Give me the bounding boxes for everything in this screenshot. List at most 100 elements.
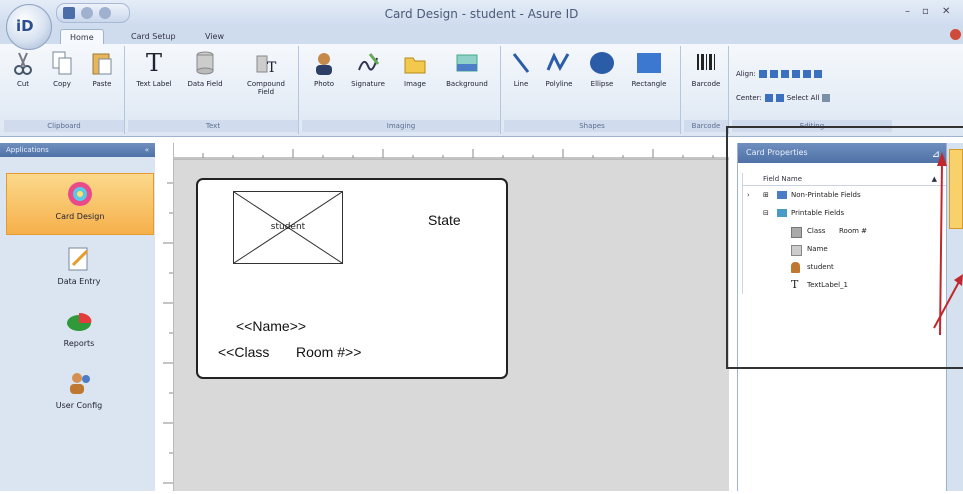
nav-item-reports[interactable]: Reports bbox=[6, 301, 152, 361]
rectangle-label: Rectangle bbox=[631, 80, 667, 88]
undo-icon[interactable] bbox=[81, 7, 93, 19]
select-all-button[interactable]: Select All bbox=[787, 94, 820, 102]
text-label-label: Text Label bbox=[136, 80, 172, 88]
card-class-field[interactable]: <<Class bbox=[218, 344, 269, 360]
barcode-group: Barcode Barcode bbox=[684, 46, 729, 134]
data-entry-icon bbox=[65, 245, 93, 273]
align-bottom-icon[interactable] bbox=[813, 70, 822, 78]
save-icon[interactable] bbox=[63, 7, 75, 19]
close-button[interactable]: ✕ bbox=[942, 6, 950, 17]
line-button[interactable]: Line bbox=[506, 50, 536, 88]
scissors-icon bbox=[13, 50, 33, 76]
help-icon[interactable] bbox=[950, 29, 961, 40]
polyline-label: Polyline bbox=[545, 80, 573, 88]
polyline-button[interactable]: Polyline bbox=[538, 50, 580, 88]
tab-card-setup[interactable]: Card Setup bbox=[122, 29, 185, 44]
imaging-group-label: Imaging bbox=[302, 120, 500, 132]
quick-access-toolbar bbox=[56, 3, 130, 23]
barcode-label: Barcode bbox=[691, 80, 721, 88]
background-button[interactable]: Background bbox=[438, 50, 496, 88]
shapes-group-label: Shapes bbox=[504, 120, 680, 132]
editing-group: Align: Center: Select All Editing bbox=[732, 46, 892, 134]
align-top-icon[interactable] bbox=[791, 70, 800, 78]
nav-item-data-entry[interactable]: Data Entry bbox=[6, 239, 152, 299]
copy-label: Copy bbox=[53, 80, 71, 88]
cut-button[interactable]: Cut bbox=[6, 50, 40, 88]
align-left-icon[interactable] bbox=[758, 70, 767, 78]
clipboard-group-label: Clipboard bbox=[4, 120, 124, 132]
paste-button[interactable]: Paste bbox=[84, 50, 120, 88]
image-button[interactable]: Image bbox=[396, 50, 434, 88]
image-label: Image bbox=[404, 80, 426, 88]
rectangle-button[interactable]: Rectangle bbox=[622, 50, 676, 88]
card-design-icon bbox=[66, 180, 94, 208]
vertical-ruler bbox=[155, 143, 174, 491]
card-room-field[interactable]: Room #>> bbox=[296, 344, 361, 360]
horizontal-ruler bbox=[173, 143, 729, 160]
applications-panel: Applications « Card Design Data Entry Rep… bbox=[0, 143, 156, 491]
align-row: Align: bbox=[736, 70, 822, 78]
ellipse-button[interactable]: Ellipse bbox=[584, 50, 620, 88]
reports-icon bbox=[65, 307, 93, 335]
ellipse-icon bbox=[589, 50, 615, 76]
line-icon bbox=[510, 50, 532, 76]
signature-label: Signature bbox=[351, 80, 385, 88]
app-logo: iD bbox=[16, 17, 34, 35]
align-center-icon[interactable] bbox=[769, 70, 778, 78]
paste-label: Paste bbox=[92, 80, 112, 88]
clipboard-group: Cut Copy Paste Clipboard bbox=[4, 46, 125, 134]
minimize-button[interactable]: – bbox=[905, 6, 910, 17]
photo-button[interactable]: Photo bbox=[304, 50, 344, 88]
applications-header-label: Applications bbox=[6, 146, 49, 154]
shapes-group: Line Polyline Ellipse Rectangle Shapes bbox=[504, 46, 681, 134]
data-field-button[interactable]: Data Field bbox=[180, 50, 230, 88]
folder-icon bbox=[403, 50, 427, 76]
center-label: Center: bbox=[736, 94, 762, 102]
redo-icon[interactable] bbox=[99, 7, 111, 19]
tab-view[interactable]: View bbox=[196, 29, 233, 44]
background-icon bbox=[455, 50, 479, 76]
tab-home[interactable]: Home bbox=[60, 29, 104, 45]
center-vertical-icon[interactable] bbox=[775, 94, 784, 102]
application-menu-button[interactable]: iD bbox=[6, 4, 52, 50]
barcode-group-label: Barcode bbox=[684, 120, 728, 132]
ellipse-label: Ellipse bbox=[590, 80, 614, 88]
rectangle-icon bbox=[636, 50, 662, 76]
nav-item-user-config[interactable]: User Config bbox=[6, 363, 152, 423]
barcode-icon bbox=[695, 50, 717, 76]
photo-icon bbox=[312, 50, 336, 76]
text-label-button[interactable]: T Text Label bbox=[132, 50, 176, 88]
signature-button[interactable]: Signature bbox=[344, 50, 392, 88]
paste-icon bbox=[91, 50, 113, 76]
select-all-icon[interactable] bbox=[822, 94, 831, 102]
signature-icon bbox=[356, 50, 380, 76]
nav-item-card-design[interactable]: Card Design bbox=[6, 173, 154, 235]
card-state-text[interactable]: State bbox=[428, 212, 461, 228]
photo-placeholder-label: student bbox=[270, 222, 306, 232]
photo-placeholder[interactable]: student bbox=[233, 191, 343, 264]
photo-label: Photo bbox=[314, 80, 334, 88]
nav-item-label: Card Design bbox=[55, 212, 105, 221]
center-row: Center: Select All bbox=[736, 94, 831, 102]
user-config-icon bbox=[65, 369, 93, 397]
align-label: Align: bbox=[736, 70, 756, 78]
line-label: Line bbox=[513, 80, 529, 88]
align-right-icon[interactable] bbox=[780, 70, 789, 78]
svg-text:T: T bbox=[267, 60, 277, 76]
align-middle-icon[interactable] bbox=[802, 70, 811, 78]
ribbon-tabs: Home Card Setup View bbox=[0, 26, 963, 45]
card-name-field[interactable]: <<Name>> bbox=[236, 318, 306, 334]
center-horizontal-icon[interactable] bbox=[764, 94, 773, 102]
background-label: Background bbox=[446, 80, 488, 88]
database-icon bbox=[195, 50, 215, 76]
nav-item-label: User Config bbox=[55, 401, 103, 410]
cut-label: Cut bbox=[16, 80, 30, 88]
copy-button[interactable]: Copy bbox=[44, 50, 80, 88]
applications-header: Applications « bbox=[0, 143, 155, 157]
collapse-icon[interactable]: « bbox=[145, 143, 149, 157]
compound-field-button[interactable]: T Compound Field bbox=[240, 50, 292, 96]
card-layout[interactable]: student State <<Name>> <<Class Room #>> bbox=[196, 178, 508, 379]
compound-field-label: Compound Field bbox=[246, 80, 286, 96]
barcode-button[interactable]: Barcode bbox=[686, 50, 726, 88]
maximize-button[interactable]: ▫ bbox=[922, 6, 929, 17]
